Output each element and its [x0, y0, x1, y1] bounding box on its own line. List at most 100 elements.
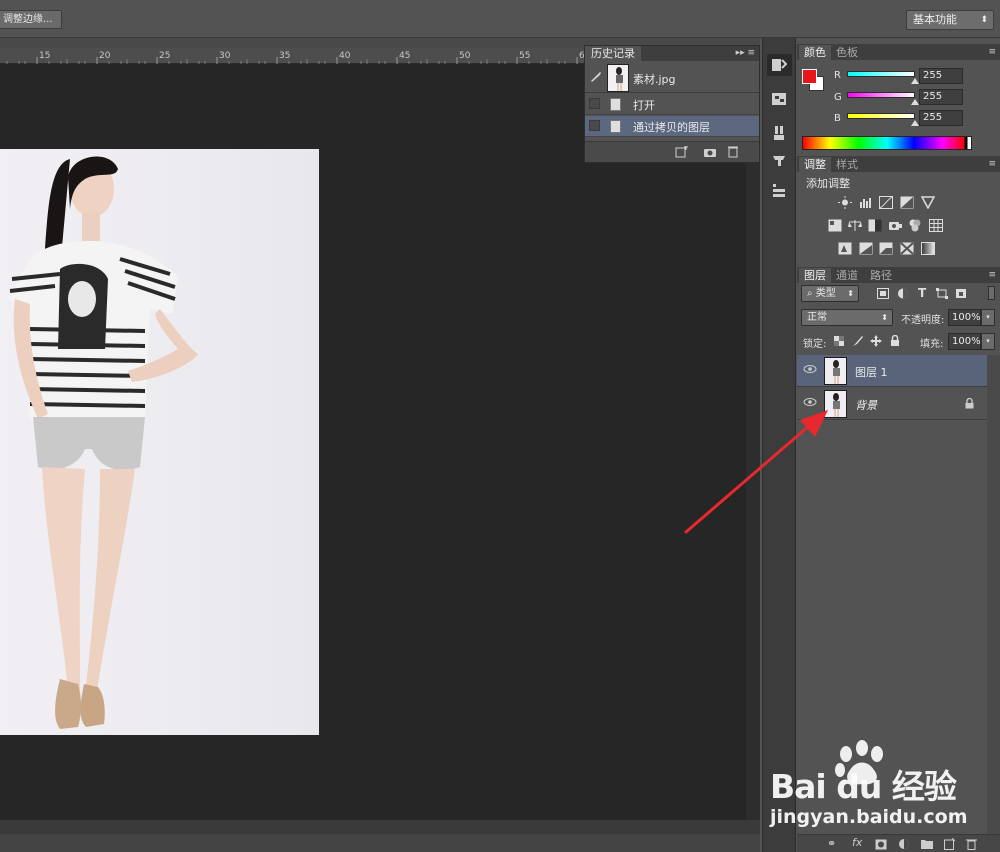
watermark-brand: Bai du 经验: [770, 767, 957, 806]
channel-r-slider[interactable]: [847, 71, 915, 77]
tab-paths[interactable]: 路径: [865, 268, 897, 283]
ruler-tick-label: 40: [339, 51, 351, 61]
vibrance-icon[interactable]: [921, 196, 935, 209]
black-white-icon[interactable]: [868, 219, 882, 232]
tool-presets-icon: [773, 156, 785, 166]
layer-thumbnail: [824, 357, 847, 385]
workspace-label: 基本功能: [913, 13, 957, 26]
opacity-input[interactable]: 100%: [948, 309, 981, 326]
channel-g-label: G: [834, 92, 842, 103]
layer-row-layer1[interactable]: 图层 1: [797, 355, 987, 387]
adjustments-panel-tabs: 调整 样式 ≡: [797, 156, 1000, 172]
layer-filter-label: 类型: [815, 288, 836, 299]
invert-icon[interactable]: [838, 242, 852, 255]
selective-color-icon[interactable]: [900, 242, 914, 255]
lock-all-icon[interactable]: [890, 335, 900, 347]
filter-adjustment-layers-icon[interactable]: [897, 288, 909, 299]
tool-presets-button[interactable]: [767, 148, 792, 170]
brush-presets-button[interactable]: [767, 122, 792, 144]
eye-icon[interactable]: [803, 364, 817, 374]
tab-swatches[interactable]: 色板: [831, 45, 863, 60]
canvas-image[interactable]: [0, 149, 319, 735]
history-panel-button[interactable]: [767, 54, 792, 76]
panel-menu-icon[interactable]: ≡: [988, 44, 996, 60]
curves-icon[interactable]: [879, 196, 893, 209]
posterize-icon[interactable]: [859, 242, 873, 255]
info-icon: [772, 93, 786, 105]
filter-smart-objects-icon[interactable]: [955, 288, 967, 299]
fill-dropdown[interactable]: ▾: [981, 333, 995, 350]
ruler-tick-label: 35: [279, 51, 290, 61]
panel-menu-icon[interactable]: ≡: [988, 156, 996, 172]
camera-icon[interactable]: [703, 146, 717, 158]
panel-menu-icon[interactable]: ▸▸ ≡: [736, 46, 755, 61]
foreground-color-swatch[interactable]: [802, 69, 817, 84]
refine-edge-button[interactable]: 调整边缘...: [0, 10, 62, 29]
lock-transparent-pixels-icon[interactable]: [834, 336, 844, 346]
tab-channels[interactable]: 通道: [831, 268, 863, 283]
history-brush-icon: [591, 72, 601, 82]
tab-styles[interactable]: 样式: [831, 157, 863, 172]
ruler-tick-label: 45: [399, 51, 410, 61]
document-icon: [610, 120, 621, 133]
history-source-checkbox[interactable]: [589, 120, 600, 131]
ruler-tick-label: 15: [39, 51, 50, 61]
eye-icon[interactable]: [803, 397, 817, 407]
channel-g-slider[interactable]: [847, 92, 915, 98]
blend-mode-select[interactable]: 正常 ⬍: [801, 309, 893, 326]
threshold-icon[interactable]: [879, 242, 893, 255]
lock-position-icon[interactable]: [870, 335, 882, 347]
history-snapshot[interactable]: 素材.jpg: [585, 62, 759, 93]
color-lookup-icon[interactable]: [929, 219, 943, 232]
layer-filter-select[interactable]: ⌕ 类型 ⬍: [801, 285, 859, 302]
tab-layers[interactable]: 图层: [799, 268, 831, 283]
horizontal-scrollbar[interactable]: [0, 820, 760, 834]
slider-knob[interactable]: [911, 78, 919, 84]
ruler-tick-label: 55: [519, 51, 530, 61]
history-footer: [585, 141, 759, 162]
exposure-icon[interactable]: [900, 196, 914, 209]
info-panel-button[interactable]: [767, 88, 792, 110]
filter-toggle[interactable]: [988, 286, 995, 300]
opacity-label: 不透明度:: [901, 315, 945, 326]
channel-g-value[interactable]: 255: [919, 89, 963, 105]
filter-type-layers-icon[interactable]: T: [918, 286, 926, 300]
ruler-tick-label: 50: [459, 51, 471, 61]
new-document-from-state-icon[interactable]: [675, 146, 689, 158]
filter-shape-layers-icon[interactable]: [936, 288, 948, 299]
clone-source-icon: [773, 184, 785, 197]
brightness-contrast-icon[interactable]: [838, 196, 852, 209]
channel-b-value[interactable]: 255: [919, 110, 963, 126]
slider-knob[interactable]: [911, 120, 919, 126]
workspace-select[interactable]: 基本功能 ⬍: [906, 10, 994, 30]
vertical-scrollbar[interactable]: [746, 64, 760, 820]
tab-history[interactable]: 历史记录: [585, 46, 641, 61]
search-icon: ⌕: [807, 288, 816, 299]
slider-knob[interactable]: [911, 99, 919, 105]
history-source-checkbox[interactable]: [589, 98, 600, 109]
lock-image-pixels-icon[interactable]: [852, 335, 864, 347]
lock-label: 锁定:: [803, 339, 827, 350]
hue-saturation-icon[interactable]: [828, 219, 842, 232]
tab-color[interactable]: 颜色: [799, 45, 831, 60]
history-state-open[interactable]: 打开: [585, 94, 759, 115]
panel-menu-icon[interactable]: ≡: [988, 267, 996, 283]
filter-pixel-layers-icon[interactable]: [877, 288, 889, 299]
new-group-folder-icon[interactable]: [921, 839, 933, 849]
gradient-map-icon[interactable]: [921, 242, 935, 255]
trash-icon[interactable]: [727, 145, 739, 158]
color-spectrum[interactable]: [802, 136, 972, 150]
opacity-dropdown[interactable]: ▾: [981, 309, 995, 326]
layer-row-background[interactable]: 背景: [797, 388, 987, 420]
channel-mixer-icon[interactable]: [908, 219, 922, 232]
levels-icon[interactable]: [859, 196, 873, 209]
history-state-duplicate-layer[interactable]: 通过拷贝的图层: [585, 116, 759, 137]
fill-input[interactable]: 100%: [948, 333, 981, 350]
tab-adjustments[interactable]: 调整: [799, 157, 831, 172]
channel-r-value[interactable]: 255: [919, 68, 963, 84]
clone-source-button[interactable]: [767, 179, 792, 201]
photo-filter-icon[interactable]: [888, 219, 902, 232]
add-mask-icon[interactable]: [875, 839, 887, 850]
color-balance-icon[interactable]: [848, 219, 862, 232]
channel-b-slider[interactable]: [847, 113, 915, 119]
